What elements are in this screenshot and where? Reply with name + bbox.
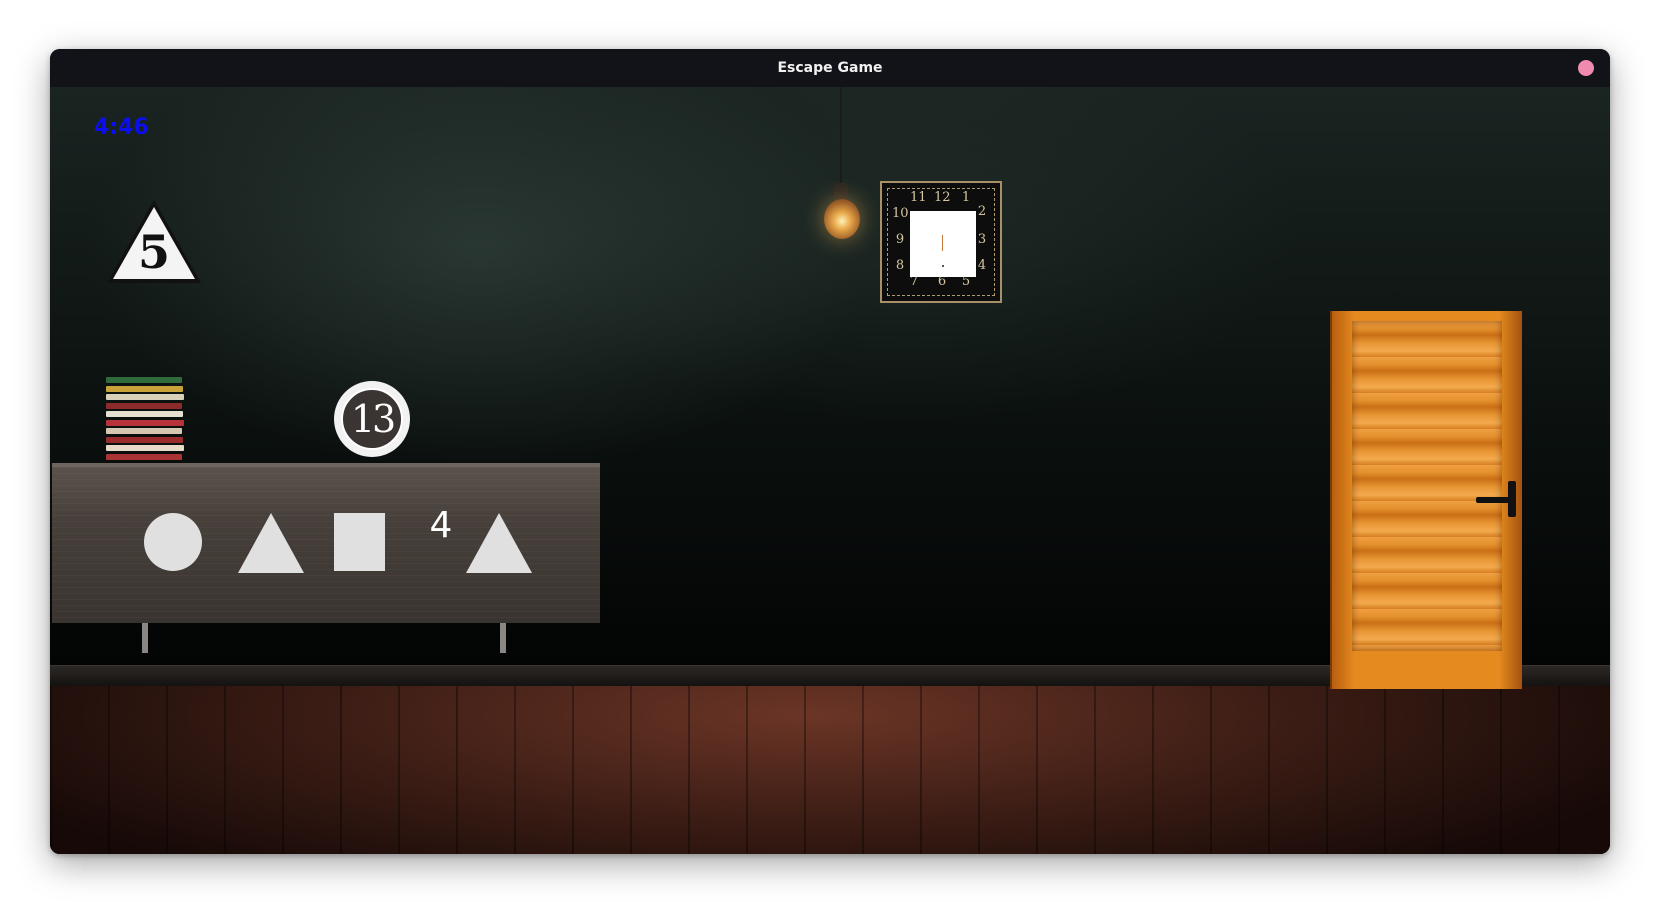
clock-number: 10 (892, 206, 909, 221)
book-spine (106, 420, 184, 426)
cabinet-leg (500, 623, 506, 653)
countdown-timer: 4:46 (94, 115, 149, 140)
door-handle[interactable] (1476, 497, 1516, 503)
book-stack[interactable] (106, 377, 186, 462)
clock-hand (942, 235, 943, 251)
clock-number: 1 (961, 190, 971, 205)
book-spine (106, 377, 182, 383)
triangle-symbol-2[interactable] (466, 513, 532, 573)
book-spine (106, 445, 184, 451)
clock-number: 3 (977, 232, 987, 247)
exit-door[interactable] (1330, 311, 1522, 689)
book-spine (106, 428, 182, 434)
book-spine (106, 386, 183, 392)
book-spine (106, 454, 182, 460)
book-spine (106, 394, 184, 400)
wooden-floor (50, 685, 1610, 854)
window-title: Escape Game (777, 60, 883, 76)
door-panel (1352, 321, 1502, 651)
book-spine (106, 403, 182, 409)
room-scene: 4:46 5 13 4 12 1 2 3 4 5 6 7 8 9 10 11 (50, 87, 1610, 854)
light-bulb[interactable] (824, 199, 860, 239)
clock-number: 2 (977, 204, 987, 219)
clock-number: 7 (909, 274, 919, 289)
clock-number: 5 (961, 274, 971, 289)
clock-face (910, 211, 976, 277)
triangle-sign[interactable]: 5 (104, 197, 204, 287)
triangle-symbol-shape (466, 513, 532, 573)
number-badge-label: 13 (341, 388, 403, 450)
triangle-symbol-1[interactable] (238, 513, 304, 573)
clock-number: 6 (937, 274, 947, 289)
wall-clock[interactable]: 12 1 2 3 4 5 6 7 8 9 10 11 (880, 181, 1002, 303)
square-symbol[interactable] (334, 513, 385, 571)
title-bar: Escape Game (50, 49, 1610, 87)
clock-center (942, 265, 944, 267)
number-symbol[interactable]: 4 (426, 505, 456, 546)
clock-number: 9 (895, 232, 905, 247)
close-button[interactable] (1578, 60, 1594, 76)
clock-number: 8 (895, 258, 905, 273)
clock-number: 4 (977, 258, 987, 273)
book-spine (106, 411, 183, 417)
cabinet-leg (142, 623, 148, 653)
circle-symbol[interactable] (144, 513, 202, 571)
clock-number: 12 (934, 190, 951, 205)
cabinet: 4 (52, 463, 600, 623)
clock-number: 11 (910, 190, 927, 205)
lamp-cord (840, 87, 842, 187)
game-window: Escape Game 4:46 5 13 4 12 1 2 3 4 5 6 7… (50, 49, 1610, 854)
number-badge[interactable]: 13 (334, 381, 410, 457)
book-spine (106, 437, 183, 443)
triangle-sign-number: 5 (137, 225, 170, 279)
triangle-symbol-shape (238, 513, 304, 573)
